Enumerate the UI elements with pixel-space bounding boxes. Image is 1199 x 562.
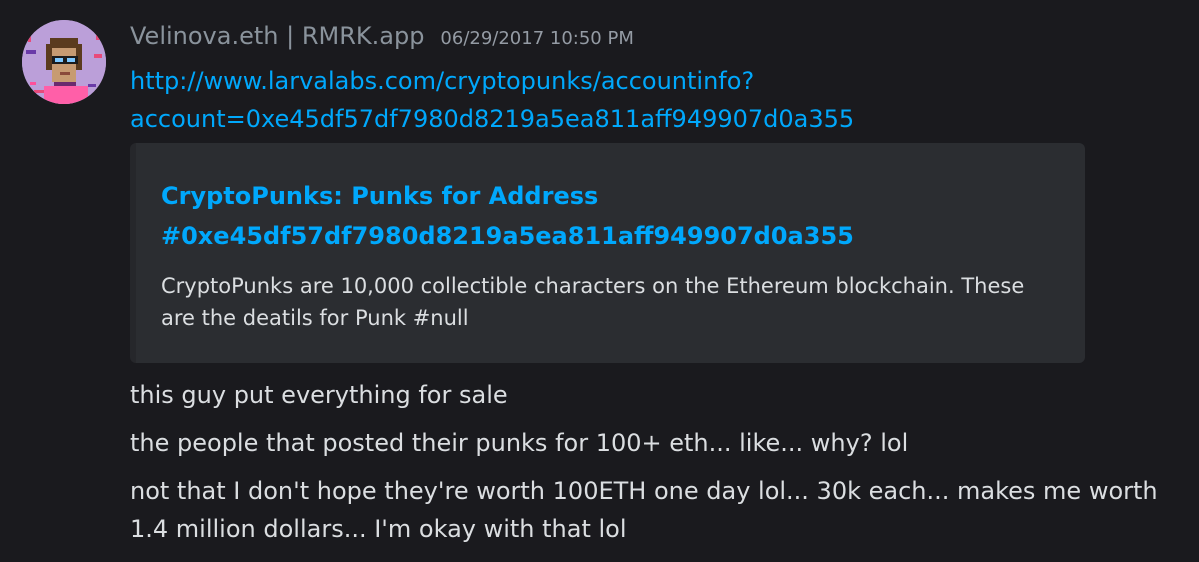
message-header: Velinova.eth | RMRK.app 06/29/2017 10:50… xyxy=(130,22,634,62)
message-text: the people that posted their punks for 1… xyxy=(130,424,908,462)
message-timestamp[interactable]: 06/29/2017 10:50 PM xyxy=(440,28,633,49)
username[interactable]: Velinova.eth | RMRK.app xyxy=(130,22,424,50)
pixel-punk-avatar-icon xyxy=(22,20,106,104)
embed-description: CryptoPunks are 10,000 collectible chara… xyxy=(161,270,1071,334)
embed-title-link[interactable]: CryptoPunks: Punks for Address #0xe45df5… xyxy=(161,176,854,256)
embed-description-line-1: CryptoPunks are 10,000 collectible chara… xyxy=(161,274,1025,298)
embed-title-line-2: #0xe45df57df7980d8219a5ea811aff949907d0a… xyxy=(161,222,854,250)
message-line: not that I don't hope they're worth 100E… xyxy=(130,477,1158,505)
embed-title-line-1: CryptoPunks: Punks for Address xyxy=(161,182,599,210)
link-line-1: http://www.larvalabs.com/cryptopunks/acc… xyxy=(130,67,755,95)
message-text: not that I don't hope they're worth 100E… xyxy=(130,472,1158,548)
message-line: this guy put everything for sale xyxy=(130,381,508,409)
message-line: the people that posted their punks for 1… xyxy=(130,429,909,457)
link-line-2: account=0xe45df57df7980d8219a5ea811aff94… xyxy=(130,105,855,133)
embed-description-line-2: are the deatils for Punk #null xyxy=(161,306,469,330)
message-text: this guy put everything for sale xyxy=(130,376,508,414)
message-line: 1.4 million dollars... I'm okay with tha… xyxy=(130,515,627,543)
link-embed: CryptoPunks: Punks for Address #0xe45df5… xyxy=(130,143,1085,363)
avatar[interactable] xyxy=(22,20,106,104)
message-link[interactable]: http://www.larvalabs.com/cryptopunks/acc… xyxy=(130,62,1180,138)
